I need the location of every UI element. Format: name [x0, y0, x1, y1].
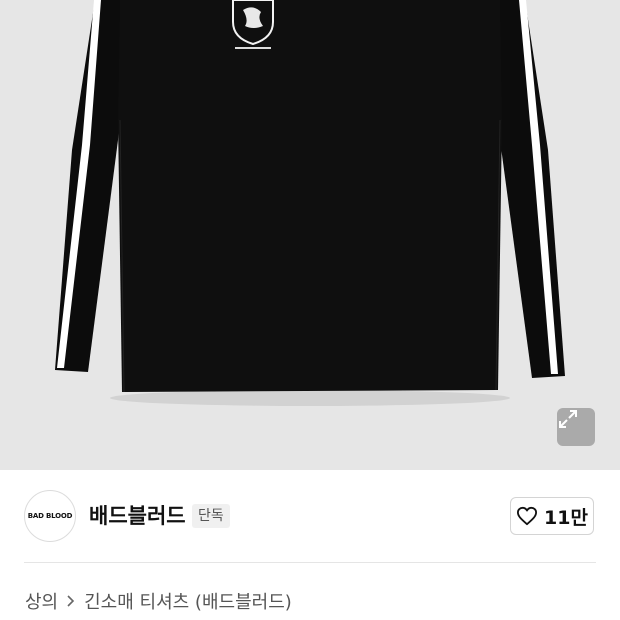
- garment-shadow: [110, 390, 510, 406]
- divider: [24, 562, 596, 563]
- expand-arrows-icon: [559, 410, 577, 428]
- breadcrumb-subcategory[interactable]: 긴소매 티셔츠 (배드블러드): [84, 588, 292, 614]
- breadcrumb: 상의 긴소매 티셔츠 (배드블러드): [25, 588, 292, 614]
- heart-outline-icon: [517, 506, 538, 526]
- brand-logo-text: BAD BLOOD: [27, 512, 73, 520]
- brand-name[interactable]: 배드블러드: [89, 502, 186, 530]
- like-count: 11만: [544, 506, 588, 529]
- like-button[interactable]: 11만: [510, 497, 594, 535]
- breadcrumb-category[interactable]: 상의: [25, 588, 58, 614]
- garment-body: [118, 0, 502, 392]
- tshirt-illustration: [55, 0, 565, 406]
- exclusive-badge: 단독: [192, 504, 230, 528]
- brand-row: BAD BLOOD 배드블러드 단독 11만: [0, 472, 620, 562]
- product-image[interactable]: [0, 0, 620, 470]
- brand-logo[interactable]: BAD BLOOD: [24, 490, 76, 542]
- expand-button[interactable]: [557, 408, 595, 446]
- chevron-right-icon: [66, 594, 76, 608]
